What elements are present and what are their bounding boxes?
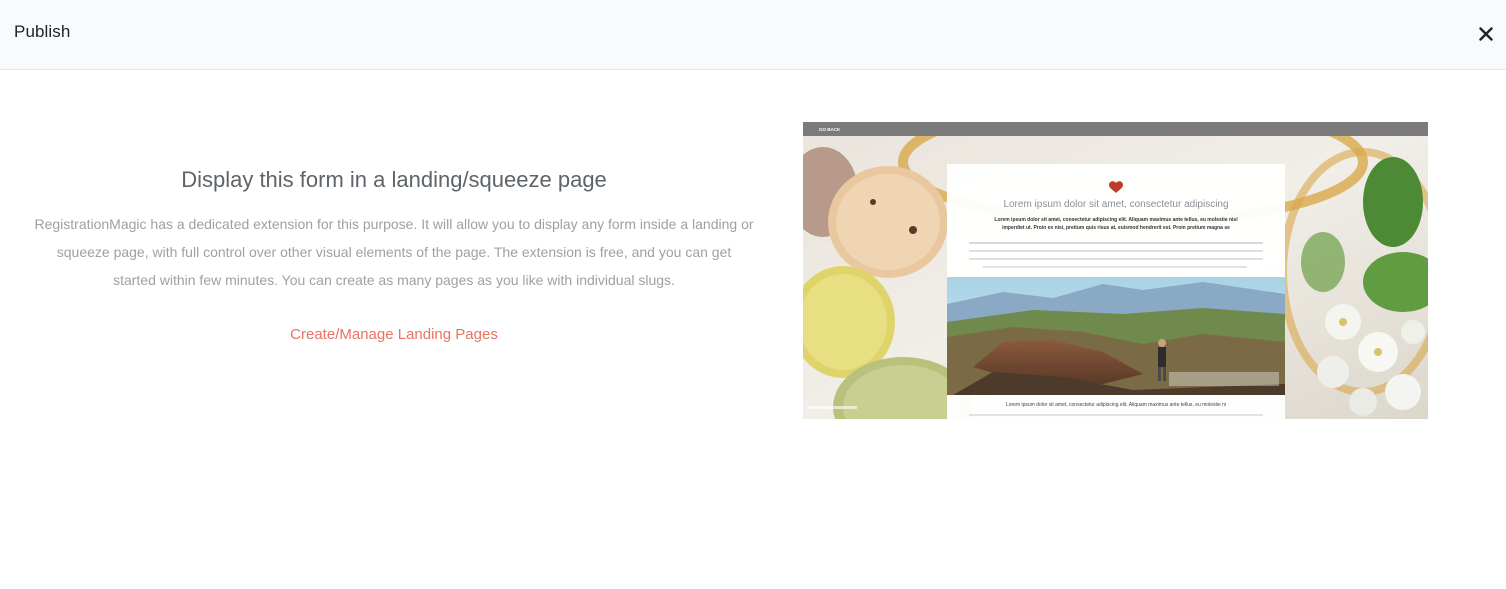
preview-card-heading: Lorem ipsum dolor sit amet, consectetur … bbox=[1003, 199, 1228, 210]
modal-header: Publish bbox=[0, 0, 1506, 70]
preview-card-footer-text: Lorem ipsum dolor sit amet, consectetur … bbox=[1006, 402, 1226, 408]
preview-topbar-label: GO BACK bbox=[819, 127, 841, 132]
close-button[interactable] bbox=[1470, 22, 1500, 50]
section-heading: Display this form in a landing/squeeze p… bbox=[181, 167, 607, 192]
preview-card-bold-text-1: Lorem ipsum dolor sit amet, consectetur … bbox=[994, 217, 1238, 223]
landing-page-info: Display this form in a landing/squeeze p… bbox=[34, 160, 754, 346]
publish-modal: Publish Display this form in a landing/s… bbox=[0, 0, 1506, 589]
close-icon bbox=[1479, 27, 1493, 41]
create-manage-landing-pages-link[interactable]: Create/Manage Landing Pages bbox=[290, 324, 498, 346]
section-description: RegistrationMagic has a dedicated extens… bbox=[34, 216, 754, 288]
modal-title: Publish bbox=[14, 22, 71, 41]
landing-page-preview-image: GO BACK Lorem ipsum dolor sit amet, cons… bbox=[803, 122, 1428, 419]
preview-card-bold-text-2: imperdiet ut. Proin ex nisi, pretium qui… bbox=[1002, 225, 1230, 231]
